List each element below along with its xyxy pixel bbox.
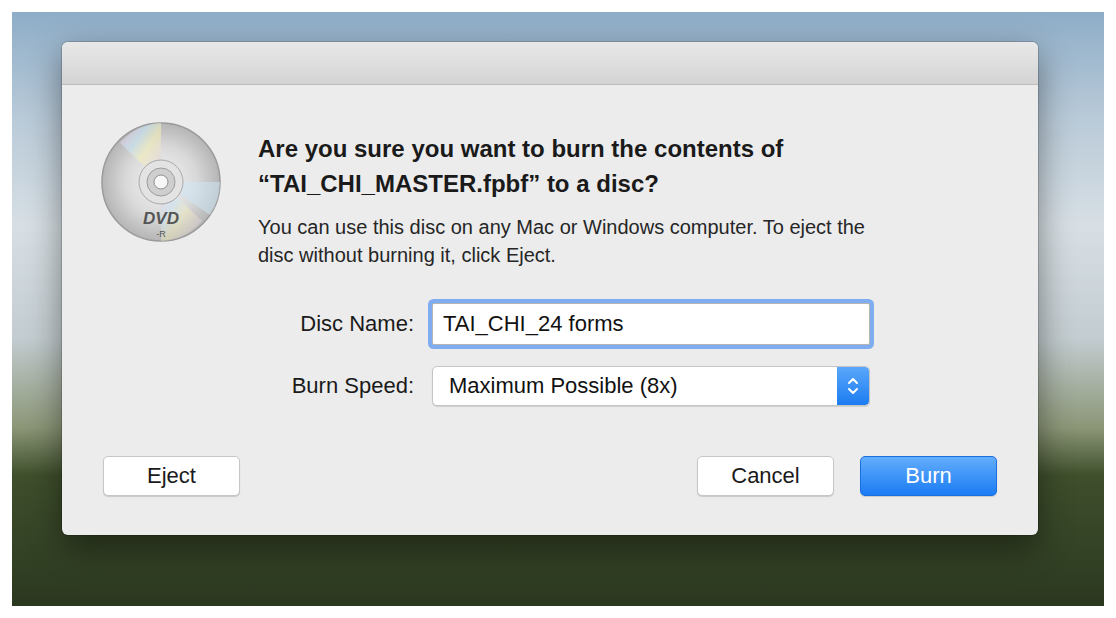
heading-line: “TAI_CHI_MASTER.fpbf” to a disc? <box>258 166 997 201</box>
field-label: Burn Speed: <box>258 373 414 399</box>
select-value: Maximum Possible (8x) <box>449 373 678 399</box>
burn-dialog: DVD-R Are you sure you want to burn the c… <box>62 42 1038 535</box>
title-bar <box>62 42 1038 85</box>
message-line: You can use this disc on any Mac or Wind… <box>258 213 997 241</box>
message-line: disc without burning it, click Eject. <box>258 241 997 269</box>
dialog-content: Are you sure you want to burn the conten… <box>258 121 997 406</box>
burn-form: Disc Name: TAI_CHI_24 forms Burn Speed: Max… <box>258 303 997 406</box>
right-buttons: Cancel Burn <box>697 456 997 496</box>
select-stepper <box>837 367 869 405</box>
dialog-heading: Are you sure you want to burn the conten… <box>258 131 997 201</box>
field-label: Disc Name: <box>258 311 414 337</box>
dialog-button[interactable]: Eject <box>103 456 240 496</box>
disc-name-field[interactable]: TAI_CHI_24 forms <box>432 303 870 345</box>
icon-box: DVD-R <box>100 121 222 243</box>
button-row: Eject Cancel Burn <box>100 456 997 496</box>
dialog-message: You can use this disc on any Mac or Wind… <box>258 213 997 269</box>
dvd-disc-icon: DVD-R <box>100 121 222 243</box>
svg-text:-R: -R <box>156 229 166 239</box>
dialog-button[interactable]: Cancel <box>697 456 834 496</box>
dialog-main: DVD-R Are you sure you want to burn the c… <box>100 121 997 406</box>
heading-line: Are you sure you want to burn the conten… <box>258 131 997 166</box>
dialog-body: DVD-R Are you sure you want to burn the c… <box>62 85 1038 535</box>
dialog-button[interactable]: Burn <box>860 456 997 496</box>
burn-speed-select[interactable]: Maximum Possible (8x) <box>432 366 870 406</box>
desktop-background: DVD-R Are you sure you want to burn the c… <box>12 12 1104 606</box>
up-down-chevron-icon <box>846 374 860 398</box>
left-buttons: Eject <box>103 456 240 496</box>
screenshot-frame: DVD-R Are you sure you want to burn the c… <box>0 0 1116 618</box>
svg-text:DVD: DVD <box>143 209 179 228</box>
